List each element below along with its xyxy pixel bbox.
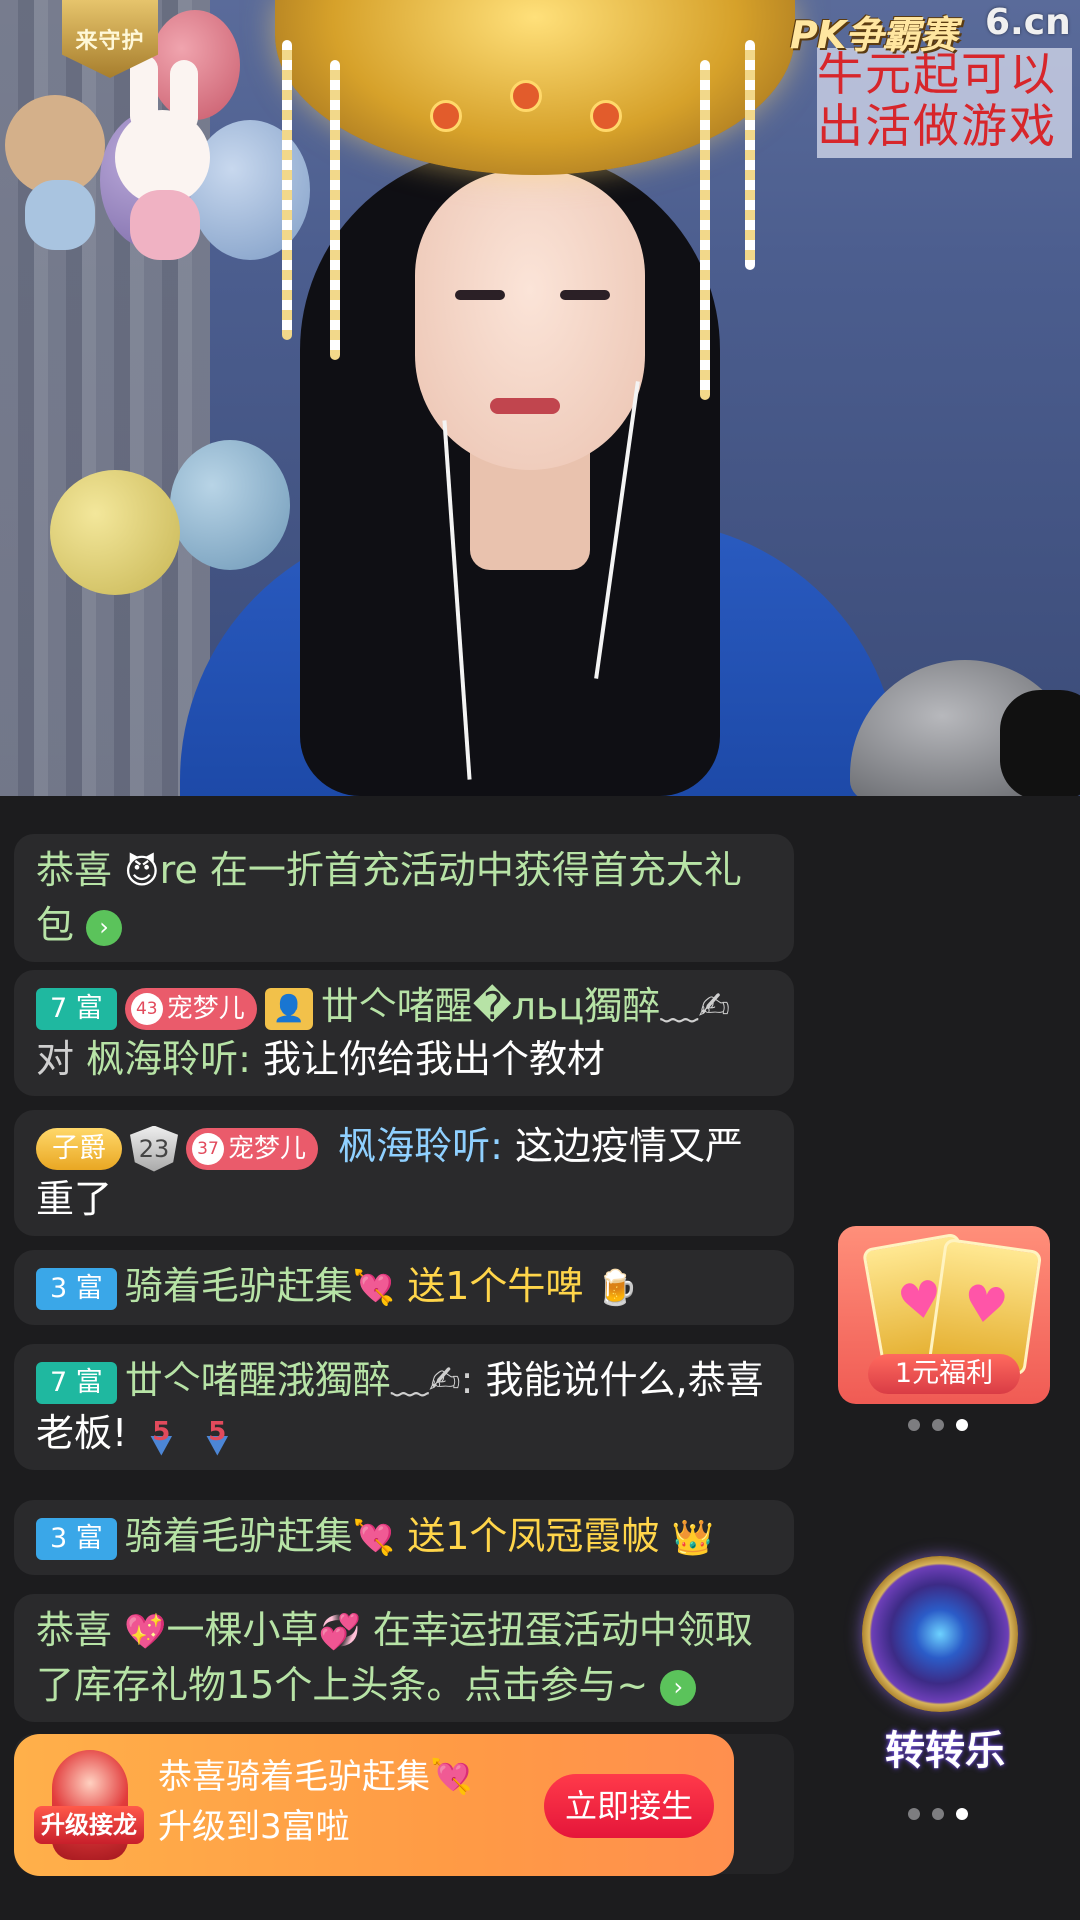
crown-tassel: [745, 40, 755, 270]
chat-message[interactable]: 恭喜 😈re 在一折首充活动中获得首充大礼包 ›: [14, 834, 794, 962]
heart-icon: ♥: [959, 1273, 1012, 1337]
level-five-icon: 5: [195, 1415, 240, 1456]
chat-message[interactable]: 3 富骑着毛驴赶集💘 送1个凤冠霞帔 👑: [14, 1500, 794, 1575]
site-logo: 6.cn: [985, 2, 1071, 43]
spin-wheel-label[interactable]: 转转乐: [860, 1718, 1030, 1776]
msg-user[interactable]: 骑着毛驴赶集: [125, 1514, 353, 1558]
msg-user[interactable]: 枫海聆听:: [338, 1124, 503, 1168]
msg-user[interactable]: 丗亽啫醒涐獨醉: [125, 1358, 391, 1402]
guard-badge-label: 来守护: [75, 29, 145, 54]
pet-badge: 43 宠梦儿: [124, 987, 257, 1030]
pager-dot[interactable]: [932, 1419, 944, 1431]
msg-user[interactable]: 丗亽啫醒�льц獨醉: [321, 984, 661, 1028]
upgrade-banner[interactable]: 升级接龙 恭喜骑着毛驴赶集💘 升级到3富啦 立即接生: [14, 1734, 734, 1876]
beer-gift-icon: 🍺: [595, 1268, 638, 1308]
rich-level-badge: 7 富: [36, 1361, 117, 1404]
level-five-icon: 5: [139, 1415, 184, 1456]
msg-user-suffix: ﹏✍: [660, 984, 731, 1028]
streamer-mouth: [490, 398, 560, 414]
heart-arrow-icon: 💘: [352, 1518, 396, 1558]
pet-badge: 37 宠梦儿: [186, 1127, 319, 1170]
pager-dot[interactable]: [908, 1419, 920, 1431]
accept-button[interactable]: 立即接生: [544, 1774, 714, 1838]
crown-gem: [590, 100, 622, 132]
rich-level-badge: 3 富: [36, 1517, 117, 1560]
crown-gift-icon: 👑: [671, 1518, 714, 1558]
upgrade-message: 恭喜骑着毛驴赶集💘 升级到3富啦: [158, 1752, 472, 1852]
pet-name: 宠梦儿: [166, 993, 245, 1024]
chat-message[interactable]: 7 富 43 宠梦儿 👤 丗亽啫醒�льц獨醉﹏✍ 对 枫海聆听: 我让你给我出个教材: [14, 970, 794, 1096]
chat-message[interactable]: 恭喜 💖一棵小草💞 在幸运扭蛋活动中领取了库存礼物15个上头条。点击参与~ ›: [14, 1594, 794, 1722]
notice-panel: 牛元起可以 出活做游戏: [817, 48, 1072, 158]
upgrade-line-2: 升级到3富啦: [158, 1807, 350, 1847]
heart-icon: 43: [130, 993, 163, 1025]
crown-tassel: [700, 60, 710, 400]
noble-badge: 子爵: [36, 1127, 122, 1170]
balloon-yellow: [50, 470, 180, 595]
msg-user[interactable]: 骑着毛驴赶集: [125, 1264, 353, 1308]
msg-to-word: 对: [36, 1037, 75, 1081]
microphone-foam: [1000, 690, 1080, 796]
user-avatar-icon: 👤: [264, 987, 313, 1030]
pager-dot-active[interactable]: [956, 1808, 968, 1820]
msg-user[interactable]: re: [160, 848, 198, 892]
crown-tassel: [330, 60, 340, 360]
heart-icon: 37: [192, 1133, 224, 1165]
upgrade-line-1: 恭喜骑着毛驴赶集💘: [158, 1757, 473, 1797]
chat-message[interactable]: 7 富丗亽啫醒涐獨醉﹏✍: 我能说什么,恭喜老板! 55: [14, 1344, 794, 1470]
crown-tassel: [282, 40, 292, 340]
msg-target[interactable]: 枫海聆听:: [86, 1037, 251, 1081]
promo-pager[interactable]: [908, 1419, 968, 1431]
msg-text: 我让你给我出个教材: [263, 1037, 606, 1081]
rich-level-badge: 3 富: [36, 1267, 117, 1310]
pet-name: 宠梦儿: [228, 1133, 307, 1164]
msg-user-suffix: ﹏✍:: [390, 1358, 474, 1402]
crown-gem: [430, 100, 462, 132]
shield-level-icon: 23: [130, 1125, 178, 1172]
bear-toy-body: [25, 180, 95, 250]
msg-prefix: 恭喜: [36, 1608, 113, 1652]
bunny-toy-body: [130, 190, 200, 260]
streamer-eye: [560, 290, 610, 300]
promo-label: 1元福利: [868, 1354, 1020, 1394]
upgrade-badge: 升级接龙: [34, 1806, 144, 1844]
pager-dot[interactable]: [908, 1808, 920, 1820]
chevron-right-icon[interactable]: ›: [86, 909, 123, 946]
chat-message[interactable]: 子爵 23 37 宠梦儿 枫海聆听: 这边疫情又严重了: [14, 1110, 794, 1236]
balloon-blue: [190, 120, 310, 260]
heart-arrow-icon: 💘: [352, 1268, 396, 1308]
wheel-pager[interactable]: [908, 1808, 968, 1820]
live-video[interactable]: 来守护 牛元起可以 出活做游戏 PK争霸赛 6.cn: [0, 0, 1080, 796]
crown-gem: [510, 80, 542, 112]
chevron-right-icon[interactable]: ›: [660, 1669, 697, 1706]
pager-dot-active[interactable]: [956, 1419, 968, 1431]
rich-level-badge: 7 富: [36, 987, 117, 1030]
two-hearts-icon: 💞: [318, 1612, 361, 1652]
gift-text: 送1个凤冠霞帔: [407, 1514, 660, 1558]
pager-dot[interactable]: [932, 1808, 944, 1820]
sparkle-heart-icon: 💖: [124, 1612, 167, 1652]
gift-text: 送1个牛啤: [407, 1264, 584, 1308]
msg-prefix: 恭喜: [36, 848, 113, 892]
notice-line-2: 出活做游戏: [817, 99, 1057, 153]
streamer-face: [415, 170, 645, 470]
devil-emoji-icon: 😈: [124, 852, 160, 892]
spin-wheel-icon[interactable]: [862, 1556, 1018, 1712]
streamer-eye: [455, 290, 505, 300]
balloon-blue-lower: [170, 440, 290, 570]
msg-user[interactable]: 一棵小草: [166, 1608, 318, 1652]
chat-message[interactable]: 3 富骑着毛驴赶集💘 送1个牛啤 🍺: [14, 1250, 794, 1325]
promo-card[interactable]: ♥ ♥ 1元福利: [838, 1226, 1050, 1404]
pk-logo[interactable]: PK争霸赛: [790, 4, 957, 59]
